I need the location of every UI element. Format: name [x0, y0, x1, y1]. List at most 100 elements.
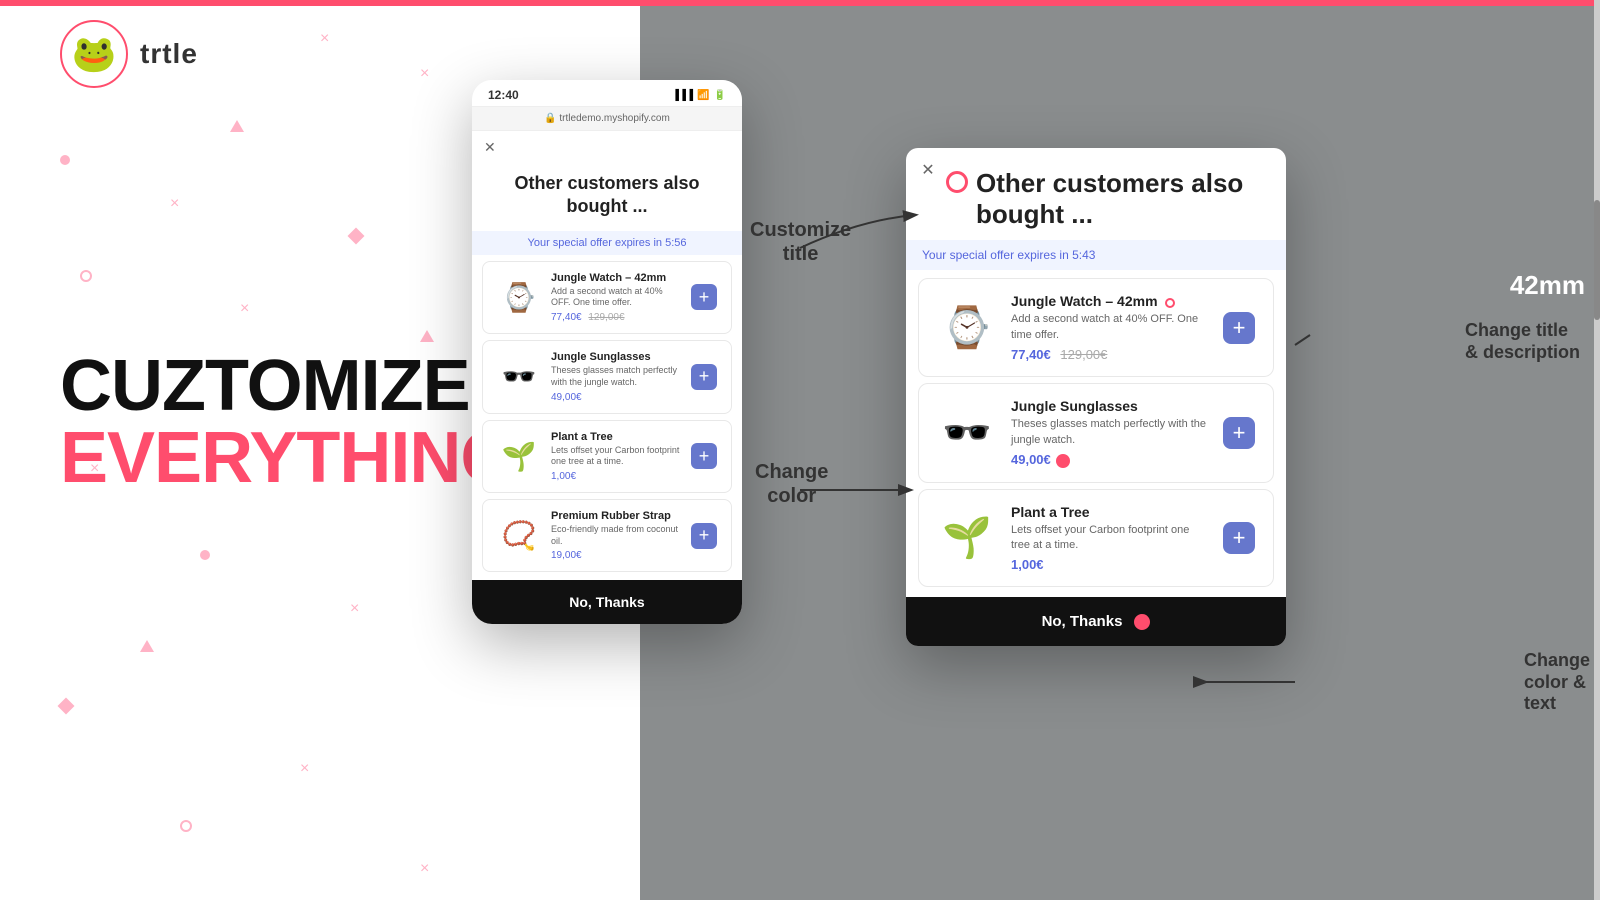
header: 🐸 trtle	[60, 20, 198, 88]
deco-cross: ×	[170, 195, 179, 213]
mobile-product-item-4: 📿 Premium Rubber Strap Eco-friendly made…	[482, 499, 732, 572]
annotation-change-title-desc: Change title& description	[1465, 320, 1580, 363]
signal-icon: ▐▐▐	[672, 90, 693, 101]
hero-line1: CUZTOMIZE	[60, 350, 515, 422]
product-img-watch-desktop: ⌚	[937, 298, 997, 358]
product-info-watch-desktop: Jungle Watch – 42mm Add a second watch a…	[1011, 293, 1209, 362]
popup-title-desktop: Other customers also bought ...	[976, 168, 1262, 230]
product-info-strap-mobile: Premium Rubber Strap Eco-friendly made f…	[551, 510, 681, 561]
popup-close-mobile[interactable]: ✕	[472, 131, 742, 156]
deco-triangle	[230, 120, 244, 132]
product-img-tree-desktop: 🌱	[937, 508, 997, 568]
add-btn-mobile-1[interactable]: +	[691, 284, 717, 310]
popup-icon-circle	[946, 171, 968, 193]
popup-header-mobile: Other customers also bought ...	[472, 156, 742, 227]
browser-url: trtledemo.myshopify.com	[559, 113, 669, 124]
product-img-watch-mobile: ⌚	[497, 275, 541, 319]
desktop-product-list: ⌚ Jungle Watch – 42mm Add a second watch…	[906, 278, 1286, 587]
product-img-strap-mobile: 📿	[497, 514, 541, 558]
annotation-42mm: 42mm	[1510, 270, 1585, 301]
wifi-icon: 📶	[697, 90, 709, 101]
right-scrollbar[interactable]	[1594, 0, 1600, 900]
add-btn-desktop-3[interactable]: +	[1223, 522, 1255, 554]
deco-circle-outline	[180, 820, 192, 832]
mobile-product-item-2: 🕶️ Jungle Sunglasses Theses glasses matc…	[482, 340, 732, 413]
desktop-popup: ✕ Other customers also bought ... Your s…	[906, 148, 1286, 646]
product-name-desktop-2: Jungle Sunglasses	[1011, 398, 1209, 414]
product-price-mobile-3: 1,00€	[551, 471, 681, 482]
mobile-phone-mockup: 12:40 ▐▐▐ 📶 🔋 🔒 trtledemo.myshopify.com …	[472, 80, 742, 624]
annotation-change-color-text: Changecolor &text	[1524, 650, 1590, 715]
product-name-mobile-4: Premium Rubber Strap	[551, 510, 681, 522]
desktop-product-item-3: 🌱 Plant a Tree Lets offset your Carbon f…	[918, 489, 1274, 588]
logo-circle: 🐸	[60, 20, 128, 88]
annotation-change-color: Changecolor	[755, 460, 828, 508]
deco-triangle	[140, 640, 154, 652]
product-price-desktop-1: 77,40€ 129,00€	[1011, 347, 1209, 362]
product-info-tree-mobile: Plant a Tree Lets offset your Carbon foo…	[551, 431, 681, 482]
product-desc-mobile-3: Lets offset your Carbon footprint one tr…	[551, 445, 681, 468]
product-info-watch-mobile: Jungle Watch – 42mm Add a second watch a…	[551, 272, 681, 323]
product-name-mobile-1: Jungle Watch – 42mm	[551, 272, 681, 284]
product-price-desktop-3: 1,00€	[1011, 557, 1209, 572]
deco-cross: ×	[420, 65, 429, 83]
product-desc-desktop-3: Lets offset your Carbon footprint one tr…	[1011, 523, 1209, 554]
mobile-product-list: ⌚ Jungle Watch – 42mm Add a second watch…	[472, 261, 742, 573]
logo-emoji: 🐸	[72, 33, 117, 75]
desktop-popup-close[interactable]: ✕	[916, 158, 940, 182]
product-name-desktop-3: Plant a Tree	[1011, 504, 1209, 520]
product-info-tree-desktop: Plant a Tree Lets offset your Carbon foo…	[1011, 504, 1209, 573]
product-price-mobile-1: 77,40€ 129,00€	[551, 312, 681, 323]
product-info-sunglasses-desktop: Jungle Sunglasses Theses glasses match p…	[1011, 398, 1209, 467]
mobile-product-item-1: ⌚ Jungle Watch – 42mm Add a second watch…	[482, 261, 732, 334]
product-desc-mobile-1: Add a second watch at 40% OFF. One time …	[551, 286, 681, 309]
product-desc-desktop-2: Theses glasses match perfectly with the …	[1011, 417, 1209, 448]
deco-cross: ×	[240, 300, 249, 318]
deco-diamond	[58, 698, 75, 715]
phone-status-bar: 12:40 ▐▐▐ 📶 🔋	[472, 80, 742, 106]
product-desc-desktop-1: Add a second watch at 40% OFF. One time …	[1011, 312, 1209, 343]
phone-time: 12:40	[488, 88, 519, 102]
deco-cross: ×	[300, 760, 309, 778]
add-btn-mobile-4[interactable]: +	[691, 523, 717, 549]
popup-title-mobile: Other customers also bought ...	[492, 172, 722, 219]
add-btn-mobile-3[interactable]: +	[691, 443, 717, 469]
add-btn-desktop-1[interactable]: +	[1223, 312, 1255, 344]
change-color-dot	[1056, 454, 1070, 468]
desktop-product-item-2: 🕶️ Jungle Sunglasses Theses glasses matc…	[918, 383, 1274, 482]
brand-name: trtle	[140, 38, 198, 70]
product-price-mobile-2: 49,00€	[551, 392, 681, 403]
top-bar	[0, 0, 1600, 6]
popup-timer-mobile: Your special offer expires in 5:56	[472, 231, 742, 255]
deco-circle	[200, 550, 210, 560]
product-name-mobile-2: Jungle Sunglasses	[551, 351, 681, 363]
hero-content: CUZTOMIZE EVERYTHING	[60, 350, 515, 494]
product-info-sunglasses-mobile: Jungle Sunglasses Theses glasses match p…	[551, 351, 681, 402]
product-price-desktop-2: 49,00€	[1011, 452, 1209, 468]
popup-header-desktop: Other customers also bought ...	[906, 148, 1286, 240]
scroll-thumb	[1594, 200, 1600, 320]
no-thanks-button-mobile[interactable]: No, Thanks	[472, 580, 742, 624]
product-name-desktop-1: Jungle Watch – 42mm	[1011, 293, 1209, 309]
add-btn-mobile-2[interactable]: +	[691, 364, 717, 390]
product-color-dot-1	[1165, 298, 1175, 308]
deco-diamond	[348, 228, 365, 245]
no-thanks-button-desktop[interactable]: No, Thanks	[906, 597, 1286, 646]
hero-line2: EVERYTHING	[60, 422, 515, 494]
browser-lock-icon: 🔒	[544, 113, 559, 124]
add-btn-desktop-2[interactable]: +	[1223, 417, 1255, 449]
deco-cross: ×	[320, 30, 329, 48]
deco-circle-outline	[80, 270, 92, 282]
mobile-product-item-3: 🌱 Plant a Tree Lets offset your Carbon f…	[482, 420, 732, 493]
product-img-tree-mobile: 🌱	[497, 434, 541, 478]
product-desc-mobile-4: Eco-friendly made from coconut oil.	[551, 524, 681, 547]
battery-icon: 🔋	[714, 90, 726, 101]
phone-browser-bar: 🔒 trtledemo.myshopify.com	[472, 106, 742, 131]
desktop-product-item-1: ⌚ Jungle Watch – 42mm Add a second watch…	[918, 278, 1274, 377]
product-name-mobile-3: Plant a Tree	[551, 431, 681, 443]
product-desc-mobile-2: Theses glasses match perfectly with the …	[551, 365, 681, 388]
popup-timer-desktop: Your special offer expires in 5:43	[906, 240, 1286, 270]
annotation-customize-title: Customizetitle	[750, 218, 851, 266]
phone-icons: ▐▐▐ 📶 🔋	[672, 90, 726, 101]
product-img-sunglasses-desktop: 🕶️	[937, 403, 997, 463]
